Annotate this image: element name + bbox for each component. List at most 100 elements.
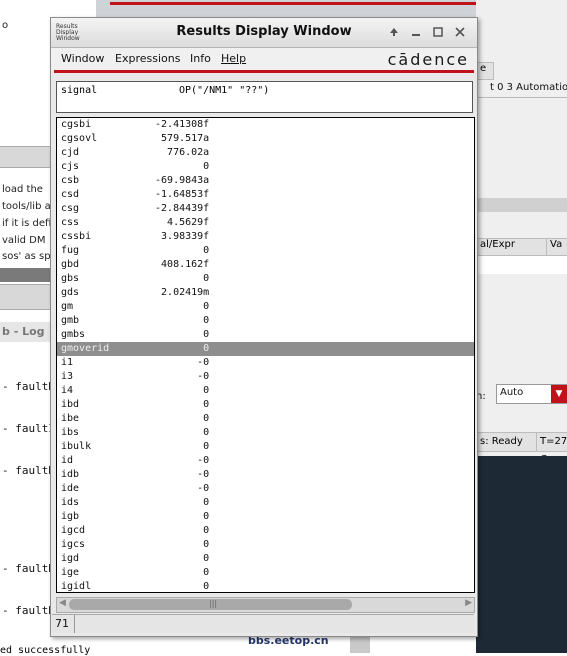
table-row[interactable]: igb 0 bbox=[57, 510, 474, 524]
background-left-pane: o load the tools/lib a if it is defi val… bbox=[0, 0, 55, 653]
row-value: 0 bbox=[149, 427, 210, 438]
row-value: 0 bbox=[149, 567, 210, 578]
bg-log-line: - faultD bbox=[2, 562, 55, 575]
table-row[interactable]: gbd 408.162f bbox=[57, 258, 474, 272]
table-row[interactable]: ibd 0 bbox=[57, 398, 474, 412]
table-row[interactable]: gmoverid 0 bbox=[57, 342, 474, 356]
row-value: 0 bbox=[149, 273, 210, 284]
table-row[interactable]: ige 0 bbox=[57, 566, 474, 580]
row-value: 0 bbox=[149, 581, 210, 592]
bg-right-status-temp: T=27 C bbox=[536, 432, 567, 465]
status-number: 71 bbox=[55, 617, 69, 630]
row-name: igcd bbox=[61, 525, 86, 536]
table-row[interactable]: gmbs 0 bbox=[57, 328, 474, 342]
row-name: ibd bbox=[61, 399, 80, 410]
row-name: idb bbox=[61, 469, 80, 480]
row-name: ids bbox=[61, 497, 80, 508]
row-value: 2.02419m bbox=[149, 287, 210, 298]
row-name: cjs bbox=[61, 161, 80, 172]
row-value: 3.98339f bbox=[149, 231, 210, 242]
row-value: -0 bbox=[149, 371, 210, 382]
table-row[interactable]: gds 2.02419m bbox=[57, 286, 474, 300]
row-value: 0 bbox=[149, 385, 210, 396]
menu-info[interactable]: Info bbox=[190, 52, 211, 65]
row-name: gbd bbox=[61, 259, 80, 270]
minimize-icon[interactable] bbox=[407, 24, 425, 40]
row-value: 0 bbox=[149, 553, 210, 564]
up-arrow-icon[interactable] bbox=[385, 24, 403, 40]
close-icon[interactable] bbox=[451, 24, 469, 40]
bg-log-line: - faultD bbox=[2, 464, 55, 477]
bg-right-table-cell bbox=[476, 256, 567, 274]
cadence-logo: cādence bbox=[387, 50, 469, 69]
table-row[interactable]: ibulk 0 bbox=[57, 440, 474, 454]
results-display-window: Results Display Window Results Display W… bbox=[50, 17, 478, 637]
table-row[interactable]: gbs 0 bbox=[57, 272, 474, 286]
maximize-icon[interactable] bbox=[429, 24, 447, 40]
table-row[interactable]: igd 0 bbox=[57, 552, 474, 566]
row-name: fug bbox=[61, 245, 80, 256]
scroll-left-icon[interactable]: ◀ bbox=[59, 598, 66, 608]
bg-left-text: valid DM bbox=[2, 235, 46, 246]
menu-expressions[interactable]: Expressions bbox=[115, 52, 180, 65]
row-name: cgsovl bbox=[61, 133, 98, 144]
status-bar: 71 bbox=[52, 614, 474, 633]
expression-signal-label: signal bbox=[61, 85, 98, 96]
table-row[interactable]: css 4.5629f bbox=[57, 216, 474, 230]
table-row[interactable]: cjs 0 bbox=[57, 160, 474, 174]
row-value: 0 bbox=[149, 441, 210, 452]
row-value: 0 bbox=[149, 301, 210, 312]
table-row[interactable]: gm 0 bbox=[57, 300, 474, 314]
row-value: 0 bbox=[149, 399, 210, 410]
bg-right-cell: t 0 3 Automatio bbox=[490, 82, 567, 93]
menu-help[interactable]: Help bbox=[221, 52, 246, 65]
table-row[interactable]: cjd 776.02a bbox=[57, 146, 474, 160]
menu-window[interactable]: Window bbox=[61, 52, 104, 65]
bg-bottom-text: ed successfully bbox=[0, 645, 91, 656]
table-row[interactable]: idb -0 bbox=[57, 468, 474, 482]
table-row[interactable]: cgsovl 579.517a bbox=[57, 132, 474, 146]
table-row[interactable]: csd -1.64853f bbox=[57, 188, 474, 202]
bg-left-text: tools/lib a bbox=[2, 201, 51, 212]
expression-display: signal OP("/NM1" "??") bbox=[56, 81, 473, 113]
status-divider bbox=[74, 615, 75, 633]
table-row[interactable]: ibe 0 bbox=[57, 412, 474, 426]
row-value: -0 bbox=[149, 455, 210, 466]
table-row[interactable]: gmb 0 bbox=[57, 314, 474, 328]
table-row[interactable]: igcd 0 bbox=[57, 524, 474, 538]
window-titlebar[interactable]: Results Display Window Results Display W… bbox=[51, 18, 477, 48]
menu-bar: Window Expressions Info Help cādence bbox=[51, 48, 477, 70]
table-row[interactable]: cssbi 3.98339f bbox=[57, 230, 474, 244]
table-row[interactable]: i1 -0 bbox=[57, 356, 474, 370]
table-row[interactable]: ibs 0 bbox=[57, 426, 474, 440]
table-row[interactable]: csb -69.9843a bbox=[57, 174, 474, 188]
bg-right-dropdown[interactable]: Auto ▼ bbox=[496, 384, 567, 404]
table-row[interactable]: igcs 0 bbox=[57, 538, 474, 552]
bg-right-header: al/Expr bbox=[476, 238, 548, 256]
row-value: -69.9843a bbox=[149, 175, 210, 186]
table-row[interactable]: id -0 bbox=[57, 454, 474, 468]
table-row[interactable]: ide -0 bbox=[57, 482, 474, 496]
row-name: id bbox=[61, 455, 74, 466]
table-row[interactable]: ids 0 bbox=[57, 496, 474, 510]
horizontal-scrollbar[interactable]: ◀ ||| ▶ bbox=[56, 597, 475, 613]
scrollbar-thumb[interactable]: ||| bbox=[69, 599, 352, 610]
table-row[interactable]: igidl 0 bbox=[57, 580, 474, 592]
table-row[interactable]: i3 -0 bbox=[57, 370, 474, 384]
table-row[interactable]: csg -2.84439f bbox=[57, 202, 474, 216]
row-value: 0 bbox=[149, 315, 210, 326]
row-name: gm bbox=[61, 301, 74, 312]
bg-right-scroll bbox=[476, 198, 567, 212]
row-name: cjd bbox=[61, 147, 80, 158]
table-row[interactable]: i4 0 bbox=[57, 384, 474, 398]
row-name: i4 bbox=[61, 385, 74, 396]
row-value: 0 bbox=[149, 245, 210, 256]
bg-left-text: load the bbox=[2, 184, 43, 195]
bg-log-line: - faultD bbox=[2, 380, 55, 393]
results-list[interactable]: cgsbi -2.41308f cgsovl 579.517a cjd 776.02… bbox=[56, 117, 475, 593]
scroll-right-icon[interactable]: ▶ bbox=[465, 598, 472, 608]
row-name: gds bbox=[61, 287, 80, 298]
bg-terminal bbox=[476, 456, 567, 653]
table-row[interactable]: fug 0 bbox=[57, 244, 474, 258]
table-row[interactable]: cgsbi -2.41308f bbox=[57, 118, 474, 132]
